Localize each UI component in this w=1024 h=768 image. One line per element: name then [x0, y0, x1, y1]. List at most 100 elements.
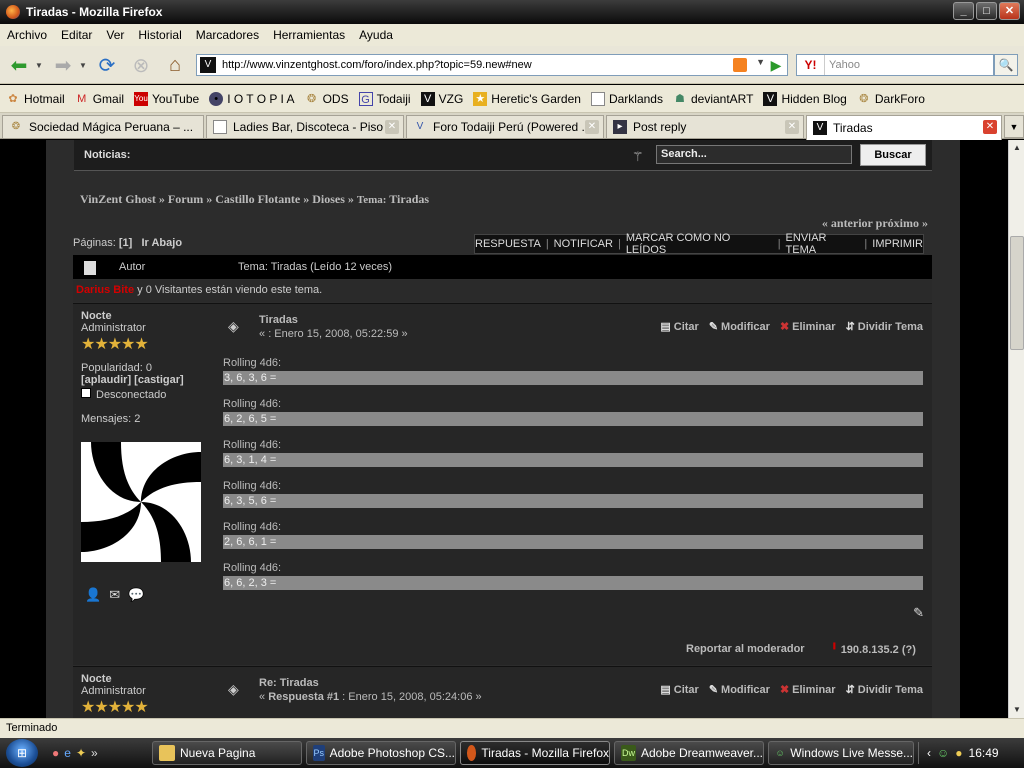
close-tab-icon[interactable]: ✕ [785, 120, 799, 134]
tab-tiradas[interactable]: V Tiradas ✕ [806, 115, 1002, 140]
bookmark-todaiji[interactable]: G Todaiji [358, 91, 411, 106]
clock[interactable]: 16:49 [969, 746, 999, 760]
page-scrollbar[interactable]: ▲ ▼ [1008, 140, 1024, 718]
split-topic-button[interactable]: ⇵ Dividir Tema [846, 683, 923, 696]
notify-action[interactable]: NOTIFICAR [554, 238, 613, 250]
minimize-button[interactable]: _ [953, 2, 974, 20]
bookmark-darkforo[interactable]: ❂ DarkForo [857, 92, 925, 106]
url-bar[interactable]: V http://www.vinzentghost.com/foro/index… [196, 54, 788, 76]
bookmark-deviantart[interactable]: ☗ deviantART [673, 92, 753, 106]
report-moderator-link[interactable]: Reportar al moderador [686, 643, 805, 655]
task-dreamweaver[interactable]: Dw Adobe Dreamweaver... [614, 741, 764, 765]
bookmark-heretics-garden[interactable]: ★ Heretic's Garden [473, 91, 581, 106]
bookmark-ods[interactable]: ❂ ODS [305, 92, 349, 106]
send-topic-action[interactable]: ENVIAR TEMA [786, 232, 860, 256]
menu-marcadores[interactable]: Marcadores [189, 28, 266, 42]
menu-editar[interactable]: Editar [54, 28, 99, 42]
vzg-icon: V [420, 91, 435, 106]
scroll-up-icon[interactable]: ▲ [1009, 140, 1024, 156]
private-message-icon[interactable]: 💬 [128, 587, 144, 603]
forward-button[interactable]: ➡ [50, 52, 76, 78]
tab-ladies-bar[interactable]: Ladies Bar, Discoteca - Piso ... ✕ [206, 115, 404, 138]
bookmark-iotopia[interactable]: • I O T O P I A [209, 91, 295, 106]
app-quicklaunch-icon[interactable]: ✦ [76, 746, 86, 760]
modify-button[interactable]: ✎ Modificar [709, 683, 770, 696]
stop-icon[interactable]: ⊗ [128, 52, 154, 78]
delete-button[interactable]: ✖ Eliminar [780, 683, 836, 696]
firefox-quicklaunch-icon[interactable]: ● [52, 746, 59, 760]
breadcrumb-board[interactable]: Castillo Flotante [215, 192, 300, 206]
quote-button[interactable]: ▤ Citar [660, 320, 698, 333]
modify-button[interactable]: ✎ Modificar [709, 320, 770, 333]
menu-archivo[interactable]: Archivo [0, 28, 54, 42]
forum-search-button[interactable]: Buscar [860, 144, 926, 166]
quote-button[interactable]: ▤ Citar [660, 683, 698, 696]
more-quicklaunch-icon[interactable]: » [91, 746, 98, 760]
go-down-link[interactable]: Ir Abajo [142, 237, 183, 249]
tray-status-icon[interactable]: ● [955, 746, 962, 760]
topic-document-icon [84, 261, 96, 275]
search-box[interactable]: Y! Yahoo [796, 54, 994, 76]
menu-ayuda[interactable]: Ayuda [352, 28, 400, 42]
post-title[interactable]: Re: Tiradas [259, 677, 319, 689]
tray-messenger-icon[interactable]: ☺ [937, 746, 949, 760]
topic-column-header: Tema: Tiradas (Leído 12 veces) [238, 261, 393, 273]
bookmark-darklands[interactable]: Darklands [590, 91, 663, 106]
search-magnifier-icon[interactable]: 🔍 [994, 54, 1018, 76]
task-nueva-pagina[interactable]: Nueva Pagina [152, 741, 302, 765]
close-tab-icon[interactable]: ✕ [585, 120, 599, 134]
tab-list-icon[interactable]: ▼ [1004, 115, 1024, 138]
breadcrumb-subboard[interactable]: Dioses [312, 192, 345, 206]
close-button[interactable]: ✕ [999, 2, 1020, 20]
print-action[interactable]: IMPRIMIR [872, 238, 923, 250]
forum-search-input[interactable]: Search... [656, 145, 852, 164]
email-icon[interactable]: ✉ [109, 587, 120, 603]
split-topic-button[interactable]: ⇵ Dividir Tema [846, 320, 923, 333]
post-title[interactable]: Tiradas [259, 314, 298, 326]
task-firefox[interactable]: Tiradas - Mozilla Firefox [460, 741, 610, 765]
forward-history-dropdown-icon[interactable]: ▼ [78, 52, 88, 78]
close-tab-icon[interactable]: ✕ [983, 120, 997, 134]
task-photoshop[interactable]: Ps Adobe Photoshop CS... [306, 741, 456, 765]
ie-quicklaunch-icon[interactable]: e [64, 746, 71, 760]
breadcrumb-forum[interactable]: Forum [168, 192, 203, 206]
menu-historial[interactable]: Historial [131, 28, 188, 42]
bookmark-vzg[interactable]: V VZG [420, 91, 463, 106]
mark-unread-action[interactable]: MARCAR COMO NO LEÍDOS [626, 232, 773, 256]
tab-post-reply[interactable]: ▸ Post reply ✕ [606, 115, 804, 138]
reload-icon[interactable]: ⟳ [94, 52, 120, 78]
karma-links[interactable]: [aplaudir] [castigar] [81, 374, 211, 386]
go-icon[interactable]: ▶ [766, 54, 786, 76]
home-icon[interactable]: ⌂ [162, 52, 188, 78]
tab-sociedad[interactable]: ❂ Sociedad Mágica Peruana – ... [2, 115, 204, 138]
tray-expand-icon[interactable]: ‹ [927, 746, 931, 760]
scroll-down-icon[interactable]: ▼ [1009, 702, 1024, 718]
task-messenger[interactable]: ☺ Windows Live Messe... [768, 741, 914, 765]
back-history-dropdown-icon[interactable]: ▼ [34, 52, 44, 78]
bookmark-gmail[interactable]: M Gmail [75, 92, 124, 106]
menu-herramientas[interactable]: Herramientas [266, 28, 352, 42]
bookmark-hotmail[interactable]: ✿ Hotmail [6, 92, 64, 106]
menu-ver[interactable]: Ver [99, 28, 131, 42]
profile-icon[interactable]: 👤 [85, 587, 101, 603]
reply-action[interactable]: RESPUESTA [475, 238, 541, 250]
scroll-thumb[interactable] [1010, 236, 1024, 350]
start-button[interactable]: ⊞ [6, 739, 38, 767]
url-dropdown-icon[interactable]: ▼ [756, 57, 765, 67]
breadcrumb-home[interactable]: VinZent Ghost [80, 192, 156, 206]
bookmark-youtube[interactable]: You YouTube [134, 91, 199, 106]
viewing-user-link[interactable]: Darius Bite [76, 284, 134, 296]
tab-foro-todaiji[interactable]: V Foro Todaiji Perú (Powered ... ✕ [406, 115, 604, 138]
poster-name[interactable]: Nocte [81, 310, 211, 322]
poster-name[interactable]: Nocte [81, 673, 211, 685]
close-tab-icon[interactable]: ✕ [385, 120, 399, 134]
quick-modify-icon[interactable]: ✎ [913, 605, 924, 621]
bookmark-hidden-blog[interactable]: V Hidden Blog [763, 91, 847, 106]
yahoo-engine-icon[interactable]: Y! [797, 55, 825, 75]
delete-button[interactable]: ✖ Eliminar [780, 320, 836, 333]
prev-next-links[interactable]: « anterior próximo » [822, 216, 928, 231]
breadcrumb-topic[interactable]: Tiradas [389, 192, 429, 206]
rss-feed-icon[interactable] [733, 58, 747, 72]
back-button[interactable]: ⬅ [4, 52, 34, 78]
maximize-button[interactable]: □ [976, 2, 997, 20]
